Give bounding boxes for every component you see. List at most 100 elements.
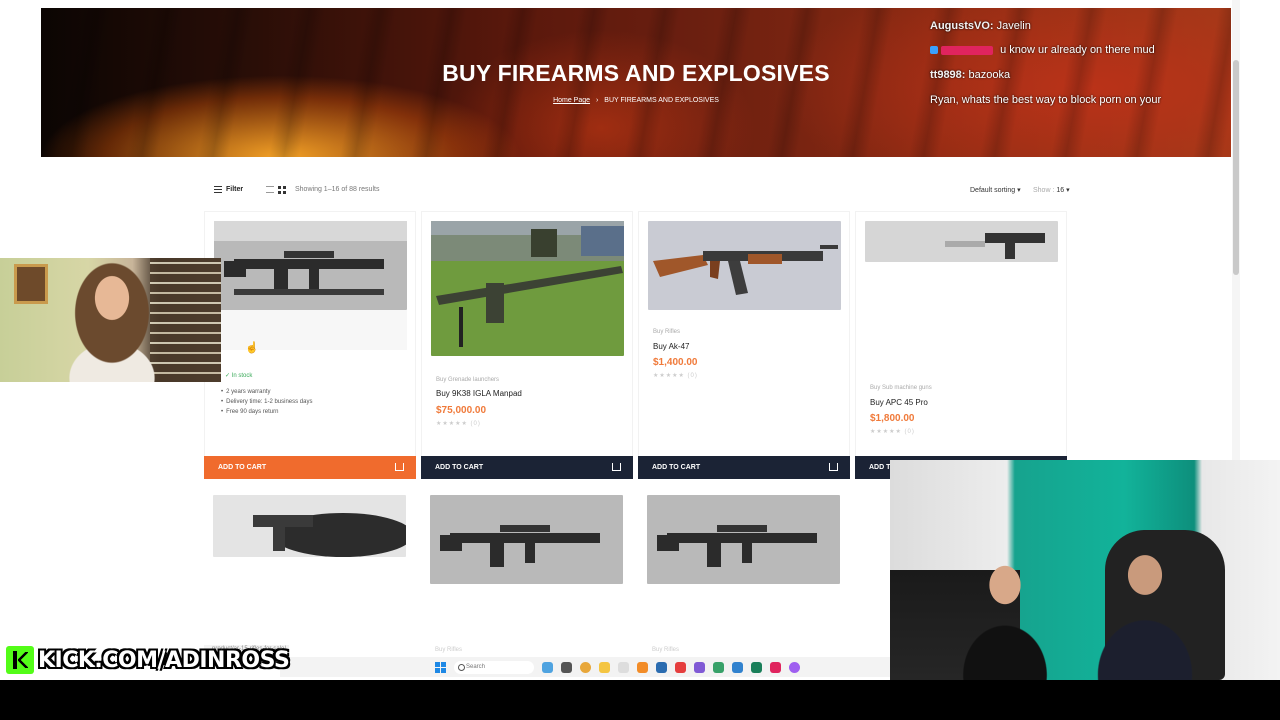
product-category[interactable]: Buy Rifles bbox=[653, 329, 680, 335]
taskbar-search[interactable]: Search bbox=[454, 660, 534, 674]
breadcrumb-home-link[interactable]: Home Page bbox=[553, 97, 590, 104]
cart-icon bbox=[612, 463, 621, 471]
product-card[interactable]: Buy Sub machine guns Buy APC 45 Pro $1,8… bbox=[855, 211, 1067, 458]
app-icon[interactable] bbox=[713, 661, 724, 673]
cart-icon bbox=[395, 463, 404, 471]
app-icon[interactable] bbox=[656, 661, 667, 673]
rifle-image bbox=[430, 495, 623, 584]
product-category[interactable]: Buy Sub machine guns bbox=[870, 385, 932, 391]
windows-taskbar: Search bbox=[280, 657, 890, 677]
product-price: $75,000.00 bbox=[436, 405, 487, 416]
watermark-text: KICK.COM/ADINROSS bbox=[38, 647, 290, 673]
product-category[interactable]: Buy Rifles bbox=[652, 647, 679, 653]
product-price: $1,400.00 bbox=[653, 357, 698, 368]
picture-frame bbox=[14, 264, 48, 304]
chat-username-redacted bbox=[941, 45, 993, 55]
feature-item: Free 90 days return bbox=[221, 409, 278, 415]
chat-text: u know ur already on there mud bbox=[1000, 44, 1155, 56]
app-icon[interactable] bbox=[751, 661, 762, 673]
add-to-cart-button[interactable]: ADD TO CART bbox=[421, 456, 633, 479]
product-image[interactable] bbox=[647, 495, 840, 584]
app-icon[interactable] bbox=[561, 661, 572, 673]
product-rating: ★★★★★ (0) bbox=[870, 429, 915, 435]
app-icon[interactable] bbox=[694, 661, 705, 673]
product-name[interactable]: Buy Ak-47 bbox=[653, 342, 689, 351]
letterbox-bar bbox=[0, 680, 1280, 720]
chat-message: AugustsVO: Javelin bbox=[930, 20, 1031, 32]
windows-start-icon[interactable] bbox=[435, 661, 446, 673]
stock-status: ✓ In stock bbox=[225, 373, 253, 379]
product-name[interactable]: Buy 9K38 IGLA Manpad bbox=[436, 389, 522, 398]
product-category[interactable]: Buy Rifles bbox=[435, 647, 462, 653]
product-image[interactable] bbox=[213, 495, 406, 557]
add-to-cart-button[interactable]: ADD TO CART bbox=[204, 456, 416, 479]
stream-frame: BUY FIREARMS AND EXPLOSIVES Home Page › … bbox=[0, 0, 1280, 680]
streamer-person bbox=[62, 258, 162, 382]
app-icon[interactable] bbox=[732, 661, 743, 673]
per-page-value: 16 ▾ bbox=[1056, 187, 1070, 194]
sorting-dropdown[interactable]: Default sorting ▾ bbox=[970, 186, 1021, 194]
webcam-right bbox=[890, 460, 1280, 680]
kick-watermark: KICK.COM/ADINROSS bbox=[6, 646, 290, 674]
product-card[interactable]: ✓ In stock 2 years warranty Delivery tim… bbox=[204, 211, 416, 458]
product-rating: ★★★★★ (0) bbox=[436, 421, 481, 427]
chat-message: u know ur already on there mud bbox=[930, 44, 1155, 56]
rifle-image bbox=[214, 221, 407, 310]
product-name[interactable]: Buy APC 45 Pro bbox=[870, 398, 928, 407]
app-icon[interactable] bbox=[542, 661, 553, 673]
ak47-image bbox=[648, 221, 841, 310]
app-icon[interactable] bbox=[675, 661, 686, 673]
grid-view-icon[interactable] bbox=[278, 186, 286, 194]
chat-text: bazooka bbox=[968, 69, 1011, 81]
launcher-image bbox=[431, 221, 624, 356]
chat-message: tt9898: bazooka bbox=[930, 69, 1010, 81]
mouse-cursor-icon: ☝ bbox=[245, 342, 259, 354]
chat-username: tt9898: bbox=[930, 69, 966, 81]
chat-text: Javelin bbox=[996, 20, 1031, 32]
product-category[interactable]: Buy Grenade launchers bbox=[436, 377, 499, 383]
product-image[interactable] bbox=[214, 221, 407, 310]
app-icon[interactable] bbox=[618, 661, 629, 673]
product-card[interactable]: Buy Rifles Buy Ak-47 $1,400.00 ★★★★★ (0) bbox=[638, 211, 850, 458]
per-page-label: Show : bbox=[1033, 187, 1055, 194]
streamer-person bbox=[950, 555, 1060, 680]
app-icon[interactable] bbox=[637, 661, 648, 673]
add-to-cart-label: ADD TO CART bbox=[218, 464, 267, 471]
folder-icon[interactable] bbox=[599, 661, 610, 673]
product-card[interactable]: Buy Rifles bbox=[421, 489, 633, 659]
product-image[interactable] bbox=[865, 221, 1058, 262]
app-icon[interactable] bbox=[789, 661, 800, 673]
chat-badge-icon bbox=[930, 46, 938, 55]
product-image[interactable] bbox=[431, 221, 624, 356]
product-image[interactable] bbox=[430, 495, 623, 584]
scrollbar-thumb[interactable] bbox=[1233, 60, 1239, 275]
add-to-cart-label: ADD TO CART bbox=[652, 464, 701, 471]
chat-overlay: AugustsVO: Javelin u know ur already on … bbox=[930, 0, 1230, 112]
product-card[interactable] bbox=[204, 489, 416, 659]
streamer-person bbox=[1080, 545, 1210, 680]
filter-label: Filter bbox=[226, 186, 244, 193]
app-icon[interactable] bbox=[770, 661, 781, 673]
product-rating: ★★★★★ (0) bbox=[653, 373, 698, 379]
list-view-icon[interactable] bbox=[266, 186, 274, 193]
per-page-dropdown[interactable]: Show : 16 ▾ bbox=[1033, 186, 1070, 194]
rifle-image bbox=[647, 495, 840, 584]
product-card[interactable]: Buy Grenade launchers Buy 9K38 IGLA Manp… bbox=[421, 211, 633, 458]
image-placeholder bbox=[214, 310, 407, 350]
cart-icon bbox=[829, 463, 838, 471]
breadcrumb-current: BUY FIREARMS AND EXPLOSIVES bbox=[604, 97, 719, 104]
chrome-icon[interactable] bbox=[580, 661, 591, 673]
product-image[interactable] bbox=[648, 221, 841, 310]
results-count: Showing 1–16 of 88 results bbox=[295, 186, 380, 193]
feature-item: 2 years warranty bbox=[221, 389, 270, 395]
kick-logo-icon bbox=[6, 646, 34, 674]
add-to-cart-label: ADD TO CART bbox=[435, 464, 484, 471]
product-card[interactable]: Buy Rifles bbox=[638, 489, 850, 659]
smg-image bbox=[865, 221, 1058, 262]
pistol-bag-image bbox=[213, 495, 406, 557]
chat-text: Ryan, whats the best way to block porn o… bbox=[930, 94, 1162, 106]
add-to-cart-button[interactable]: ADD TO CART bbox=[638, 456, 850, 479]
chat-message: Ryan, whats the best way to block porn o… bbox=[930, 94, 1161, 106]
shop-toolbar: Filter Showing 1–16 of 88 results Defaul… bbox=[204, 183, 1070, 197]
filter-button[interactable]: Filter bbox=[214, 186, 243, 193]
